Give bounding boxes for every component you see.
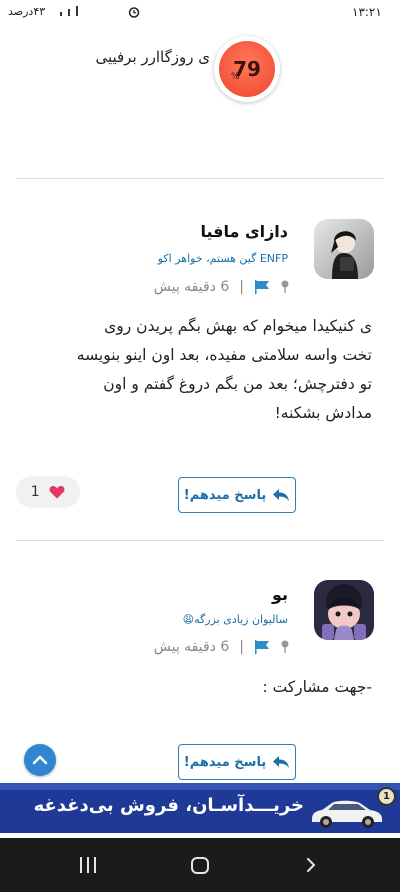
- back-icon[interactable]: [305, 858, 317, 872]
- reply-label: پاسخ میدهم!: [183, 487, 267, 503]
- signal-bar-icon: [60, 12, 62, 16]
- reply-button[interactable]: پاسخ میدهم!: [178, 477, 296, 513]
- divider: [16, 178, 384, 179]
- item-title: ی روزگاارر برفییی: [95, 48, 210, 66]
- flag-icon[interactable]: [254, 640, 270, 654]
- separator: |: [239, 639, 244, 655]
- recent-apps-icon[interactable]: [80, 857, 96, 873]
- clock: ۱۳:۲۱: [352, 5, 382, 19]
- username[interactable]: بو: [272, 585, 288, 604]
- scroll-top-button[interactable]: [24, 744, 56, 776]
- comment-meta: | 6 دقیقه پیش: [154, 639, 290, 655]
- ad-text: خریـــدآسـان، فروش بی‌دغدغه: [33, 795, 304, 816]
- user-tagline: سالیوان زیادی بزرگه😩: [182, 613, 288, 626]
- alarm-icon: [128, 7, 140, 18]
- avatar[interactable]: [314, 219, 374, 279]
- like-button[interactable]: 1: [16, 476, 80, 508]
- score-value: 79: [233, 57, 261, 81]
- system-nav-bar: [0, 838, 400, 892]
- heart-icon: [49, 486, 65, 499]
- comment-time: 6 دقیقه پیش: [153, 639, 230, 655]
- pin-icon[interactable]: [280, 640, 290, 654]
- car-icon: [312, 800, 382, 828]
- comment-meta: | 6 دقیقه پیش: [154, 279, 290, 295]
- ad-logo: 1: [377, 787, 396, 806]
- comment-time: 6 دقیقه پیش: [153, 279, 230, 295]
- username[interactable]: دازای مافیا: [200, 222, 288, 241]
- reply-icon: [273, 756, 290, 768]
- comment-body: -جهت مشارکت :: [262, 678, 372, 696]
- flag-icon[interactable]: [254, 280, 270, 294]
- reply-button[interactable]: پاسخ میدهم!: [178, 744, 296, 780]
- score-badge: 79 %: [214, 36, 280, 102]
- ad-banner[interactable]: خریـــدآسـان، فروش بی‌دغدغه 1: [0, 783, 400, 833]
- score-percent: %: [231, 72, 240, 82]
- separator: |: [239, 279, 244, 295]
- chevron-up-icon: [32, 755, 48, 765]
- user-tagline: ENFP گین هستم، خواهر اکو: [157, 252, 288, 265]
- like-count: 1: [30, 484, 40, 500]
- comment-body: ی کنیکیدا میخوام که بهش بگم پریدن روی تخ…: [76, 317, 372, 422]
- signal-bar-icon: [68, 9, 70, 16]
- reply-icon: [273, 489, 290, 501]
- reply-label: پاسخ میدهم!: [183, 754, 267, 770]
- signal-bar-icon: [76, 6, 78, 16]
- avatar[interactable]: [314, 580, 374, 640]
- home-icon[interactable]: [191, 857, 209, 874]
- divider: [16, 540, 384, 541]
- status-bar: ۴۳درصد ۱۳:۲۱: [0, 0, 400, 26]
- ad-strip: [0, 783, 400, 790]
- signal-icons: [60, 6, 78, 16]
- pin-icon[interactable]: [280, 280, 290, 294]
- battery-text: ۴۳درصد: [8, 5, 46, 18]
